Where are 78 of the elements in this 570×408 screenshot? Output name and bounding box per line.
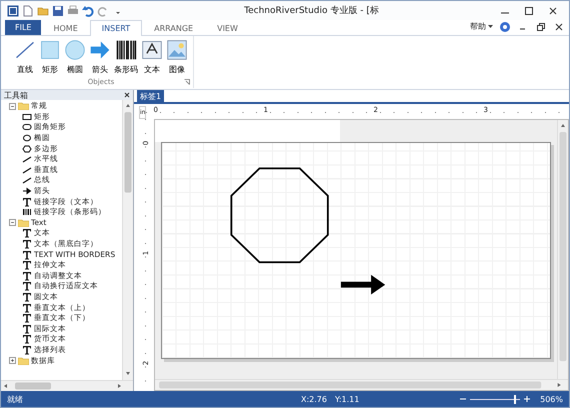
zoom-in-icon[interactable] (524, 396, 530, 402)
zoom-out-icon[interactable] (460, 396, 466, 402)
text-icon (22, 196, 32, 207)
scrollbar[interactable] (557, 120, 568, 379)
line-icon (22, 176, 32, 184)
ribbon-tab[interactable]: ARRANGE (142, 20, 206, 35)
line-icon (22, 166, 32, 174)
arrow-shape[interactable] (340, 274, 386, 294)
ribbon-button[interactable]: 条形码 (113, 39, 139, 75)
ribbon-button[interactable]: 椭圆 (63, 39, 87, 75)
ribbon-tab[interactable]: INSERT (90, 20, 142, 36)
scrollbar[interactable] (1, 380, 133, 391)
rectangle-icon (22, 112, 32, 121)
ribbon-button[interactable]: 文本 (140, 39, 164, 75)
text-icon (22, 260, 32, 270)
maximize-icon[interactable] (523, 4, 535, 16)
y-coordinate: Y:1.11 (335, 394, 360, 404)
ribbon-button[interactable]: 直线 (13, 39, 37, 75)
zoom-reading: 506% (540, 394, 563, 404)
rounded-rectangle-icon (22, 123, 32, 132)
text-icon (22, 250, 32, 260)
text-frame-icon (141, 39, 163, 61)
folder-icon (18, 218, 29, 227)
save-icon[interactable] (52, 4, 64, 16)
ellipse-icon (64, 39, 86, 61)
arrow-icon (22, 187, 32, 196)
ribbon-button[interactable]: 箭头 (88, 39, 112, 75)
text-icon (22, 334, 32, 344)
text-icon (22, 324, 32, 334)
new-document-icon[interactable] (22, 4, 34, 16)
file-tab[interactable]: FILE (5, 20, 42, 35)
undo-icon[interactable] (82, 4, 94, 16)
print-icon[interactable] (67, 4, 79, 16)
text-icon (22, 228, 32, 238)
arrow-icon (89, 39, 111, 61)
restore-icon[interactable] (535, 20, 547, 32)
dialog-launcher-icon[interactable] (184, 79, 190, 85)
status-text: 就绪 (7, 394, 23, 404)
document-tab[interactable]: 标签1 (137, 90, 164, 102)
expander-icon[interactable] (9, 357, 16, 364)
ribbon-tab[interactable]: HOME (41, 20, 90, 35)
text-icon (22, 302, 32, 313)
app-logo-icon[interactable] (7, 4, 19, 16)
scrollbar[interactable] (155, 379, 568, 390)
ribbon-button[interactable]: 图像 (165, 39, 189, 75)
line-icon (14, 39, 36, 61)
octagon-shape[interactable] (230, 168, 329, 264)
barcode-icon (115, 39, 137, 61)
text-icon (22, 239, 32, 250)
help-icon[interactable] (499, 20, 511, 32)
open-folder-icon[interactable] (37, 4, 49, 16)
ribbon-tab[interactable]: VIEW (205, 20, 250, 35)
close-icon[interactable] (124, 92, 130, 98)
rectangle-icon (39, 39, 61, 61)
expander-icon[interactable] (9, 102, 16, 110)
help-menu[interactable]: 帮助 (470, 21, 486, 32)
text-icon (22, 292, 32, 302)
text-icon (22, 270, 32, 281)
polygon-icon (22, 144, 32, 153)
ellipse-icon (22, 134, 32, 142)
folder-icon (18, 356, 29, 365)
window-title: TechnoRiverStudio 专业版 - [标 (243, 4, 380, 17)
expander-icon[interactable] (9, 219, 16, 226)
image-icon (166, 39, 188, 61)
close-icon[interactable] (553, 20, 565, 32)
panel-title: 工具箱 (4, 90, 28, 100)
folder-icon (18, 102, 29, 110)
slider-thumb[interactable] (514, 394, 516, 404)
caret-icon[interactable] (488, 24, 493, 28)
line-icon (22, 155, 32, 164)
text-icon (22, 344, 32, 355)
x-coordinate: X:2.76 (301, 394, 327, 404)
ribbon-button[interactable]: 矩形 (38, 39, 62, 75)
scrollbar[interactable] (122, 100, 133, 380)
text-icon (22, 313, 32, 324)
close-icon[interactable] (547, 4, 559, 16)
barcode-icon (22, 208, 32, 216)
text-icon (22, 281, 32, 292)
